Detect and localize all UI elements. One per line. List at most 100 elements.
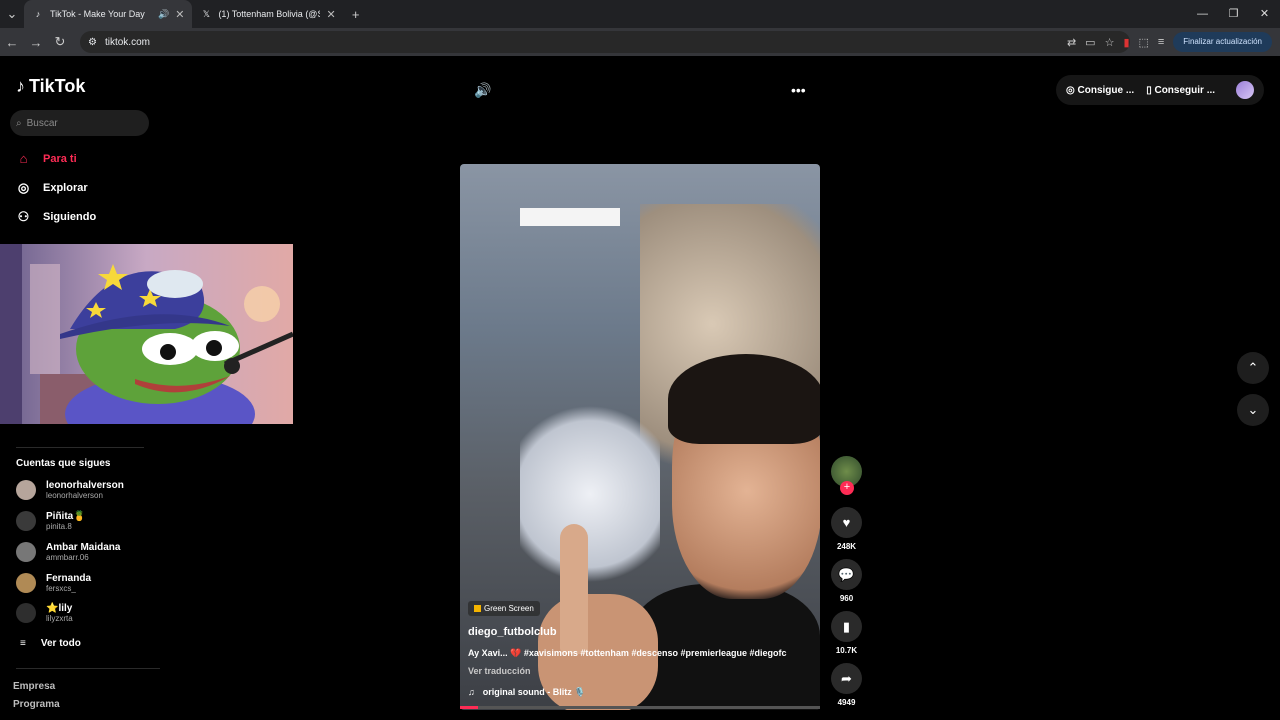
update-button[interactable]: Finalizar actualización <box>1173 32 1272 52</box>
footer-link[interactable]: Empresa <box>13 681 55 692</box>
stream-overlay-image <box>0 244 293 424</box>
sidebar-divider <box>16 447 144 448</box>
comment-count: 960 <box>839 594 854 603</box>
user-follow-icon: ⚇ <box>17 209 30 224</box>
tab-strip: ⌄ ♪ TikTok - Make Your Day 🔊 ✕ 𝕏 (1) Tot… <box>0 0 1280 28</box>
search-placeholder: Buscar <box>26 117 58 129</box>
like-button[interactable]: ♥ 248K <box>831 507 862 551</box>
heart-icon: ♥ <box>831 507 862 538</box>
footer-link[interactable]: Programa <box>13 699 60 710</box>
sidebar-divider <box>16 668 160 669</box>
sidebar-item-explorar[interactable]: ◎ Explorar <box>16 180 88 196</box>
video-person-finger <box>560 524 588 654</box>
effect-icon <box>474 605 481 612</box>
search-input[interactable]: ⌕ Buscar <box>10 110 149 136</box>
account-name: Fernanda <box>46 573 92 584</box>
account-name: ⭐lily <box>46 603 73 614</box>
avatar <box>16 603 36 623</box>
sidebar-item-label: Para ti <box>43 152 77 165</box>
video-progress-bar[interactable] <box>460 706 820 709</box>
url-field[interactable]: ⚙ tiktok.com <box>80 31 1130 53</box>
save-count: 10.7K <box>835 646 858 655</box>
volume-icon[interactable]: 🔊 <box>474 82 491 99</box>
tiktok-note-icon: ♪ <box>16 76 25 96</box>
sidebar-item-para-ti[interactable]: ⌂ Para ti <box>16 151 77 166</box>
see-translation-link[interactable]: Ver traducción <box>468 666 531 676</box>
share-button[interactable]: ➦ 4949 <box>831 663 862 707</box>
video-person-hair <box>668 354 820 444</box>
tab-title: (1) Tottenham Bolivia (@SpursB <box>218 9 320 19</box>
user-avatar[interactable] <box>1236 81 1254 99</box>
previous-video-button[interactable]: ⌃ <box>1237 352 1269 384</box>
minimize-icon[interactable]: — <box>1187 0 1218 28</box>
video-author[interactable]: diego_futbolclub <box>468 626 557 638</box>
list-icon: ≡ <box>20 638 26 649</box>
tab-search-icon[interactable]: ⌄ <box>0 6 24 22</box>
bookmark-star-icon[interactable]: ☆ <box>1105 36 1115 49</box>
media-icon[interactable]: ≡ <box>1158 36 1164 48</box>
sidebar-item-siguiendo[interactable]: ⚇ Siguiendo <box>16 209 97 225</box>
sidebar-item-label: Siguiendo <box>43 211 97 223</box>
get-app-button[interactable]: ▯ Conseguir ... <box>1146 85 1215 96</box>
tiktok-logo[interactable]: ♪ TikTok <box>16 76 85 97</box>
site-info-icon[interactable]: ⚙ <box>88 37 97 48</box>
home-icon: ⌂ <box>19 151 28 166</box>
like-count: 248K <box>836 542 857 551</box>
followed-account[interactable]: Fernanda fersxcs_ <box>16 573 91 593</box>
more-options-icon[interactable]: ••• <box>791 82 806 98</box>
reload-icon[interactable]: ↻ <box>48 34 72 50</box>
save-button[interactable]: ▮ 10.7K <box>831 611 862 655</box>
sidebar-item-label: Explorar <box>43 182 88 194</box>
speaker-icon[interactable]: 🔊 <box>158 9 169 20</box>
avatar <box>16 542 36 562</box>
progress-fill <box>460 706 478 709</box>
get-coins-button[interactable]: ◎ Consigue ... <box>1066 85 1134 96</box>
share-count: 4949 <box>837 698 856 707</box>
chevron-down-icon: ⌄ <box>1247 402 1259 417</box>
chevron-up-icon: ⌃ <box>1247 360 1259 375</box>
see-all-label: Ver todo <box>40 638 81 649</box>
account-handle: fersxcs_ <box>46 584 76 593</box>
compass-icon: ◎ <box>17 180 30 195</box>
extension-icon[interactable]: ▮ <box>1123 36 1129 49</box>
followed-account[interactable]: Piñita🍍 pinita.8 <box>16 511 86 531</box>
account-handle: lilyzxrta <box>46 614 73 623</box>
comment-button[interactable]: 💬 960 <box>831 559 862 603</box>
account-handle: leonorhalverson <box>46 491 103 500</box>
x-favicon-icon: 𝕏 <box>202 8 211 19</box>
close-window-icon[interactable]: ✕ <box>1249 0 1280 28</box>
tab-x[interactable]: 𝕏 (1) Tottenham Bolivia (@SpursB ✕ <box>192 0 343 28</box>
followed-account[interactable]: ⭐lily lilyzxrta <box>16 603 73 623</box>
url-text: tiktok.com <box>104 36 150 48</box>
new-tab-icon[interactable]: + <box>344 7 368 22</box>
restore-icon[interactable]: ❐ <box>1218 0 1249 28</box>
tab-tiktok[interactable]: ♪ TikTok - Make Your Day 🔊 ✕ <box>24 0 193 28</box>
followed-account[interactable]: Ambar Maidana ammbarr.06 <box>16 542 120 562</box>
avatar <box>16 511 36 531</box>
extensions-puzzle-icon[interactable]: ⬚ <box>1139 36 1149 49</box>
account-name: Piñita🍍 <box>46 511 86 522</box>
video-caption: Ay Xavi... 💔 #xavisimons #tottenham #des… <box>468 648 787 658</box>
follow-plus-icon[interactable]: + <box>840 481 854 495</box>
music-note-icon: ♫ <box>468 687 475 697</box>
followed-account[interactable]: leonorhalverson leonorhalverson <box>16 480 124 500</box>
see-all-link[interactable]: ≡ Ver todo <box>20 638 81 649</box>
account-handle: ammbarr.06 <box>46 553 89 562</box>
account-name: Ambar Maidana <box>46 542 121 553</box>
window-controls: — ❐ ✕ <box>1187 0 1280 28</box>
video-caption-box <box>520 208 620 226</box>
account-handle: pinita.8 <box>46 522 72 531</box>
account-name: leonorhalverson <box>46 480 124 491</box>
back-icon[interactable]: ← <box>0 35 24 50</box>
close-tab-icon[interactable]: ✕ <box>326 8 335 21</box>
forward-icon[interactable]: → <box>24 35 48 50</box>
video-sound[interactable]: ♫ original sound - Blitz 🎙️ <box>468 687 585 698</box>
avatar <box>16 573 36 593</box>
translate-icon[interactable]: ⇄ <box>1067 36 1076 49</box>
share-icon: ➦ <box>831 663 862 694</box>
cast-icon[interactable]: ▭ <box>1085 36 1095 49</box>
close-tab-icon[interactable]: ✕ <box>175 8 184 21</box>
green-screen-badge[interactable]: Green Screen <box>468 601 540 616</box>
next-video-button[interactable]: ⌄ <box>1237 394 1269 426</box>
search-icon: ⌕ <box>16 117 22 129</box>
